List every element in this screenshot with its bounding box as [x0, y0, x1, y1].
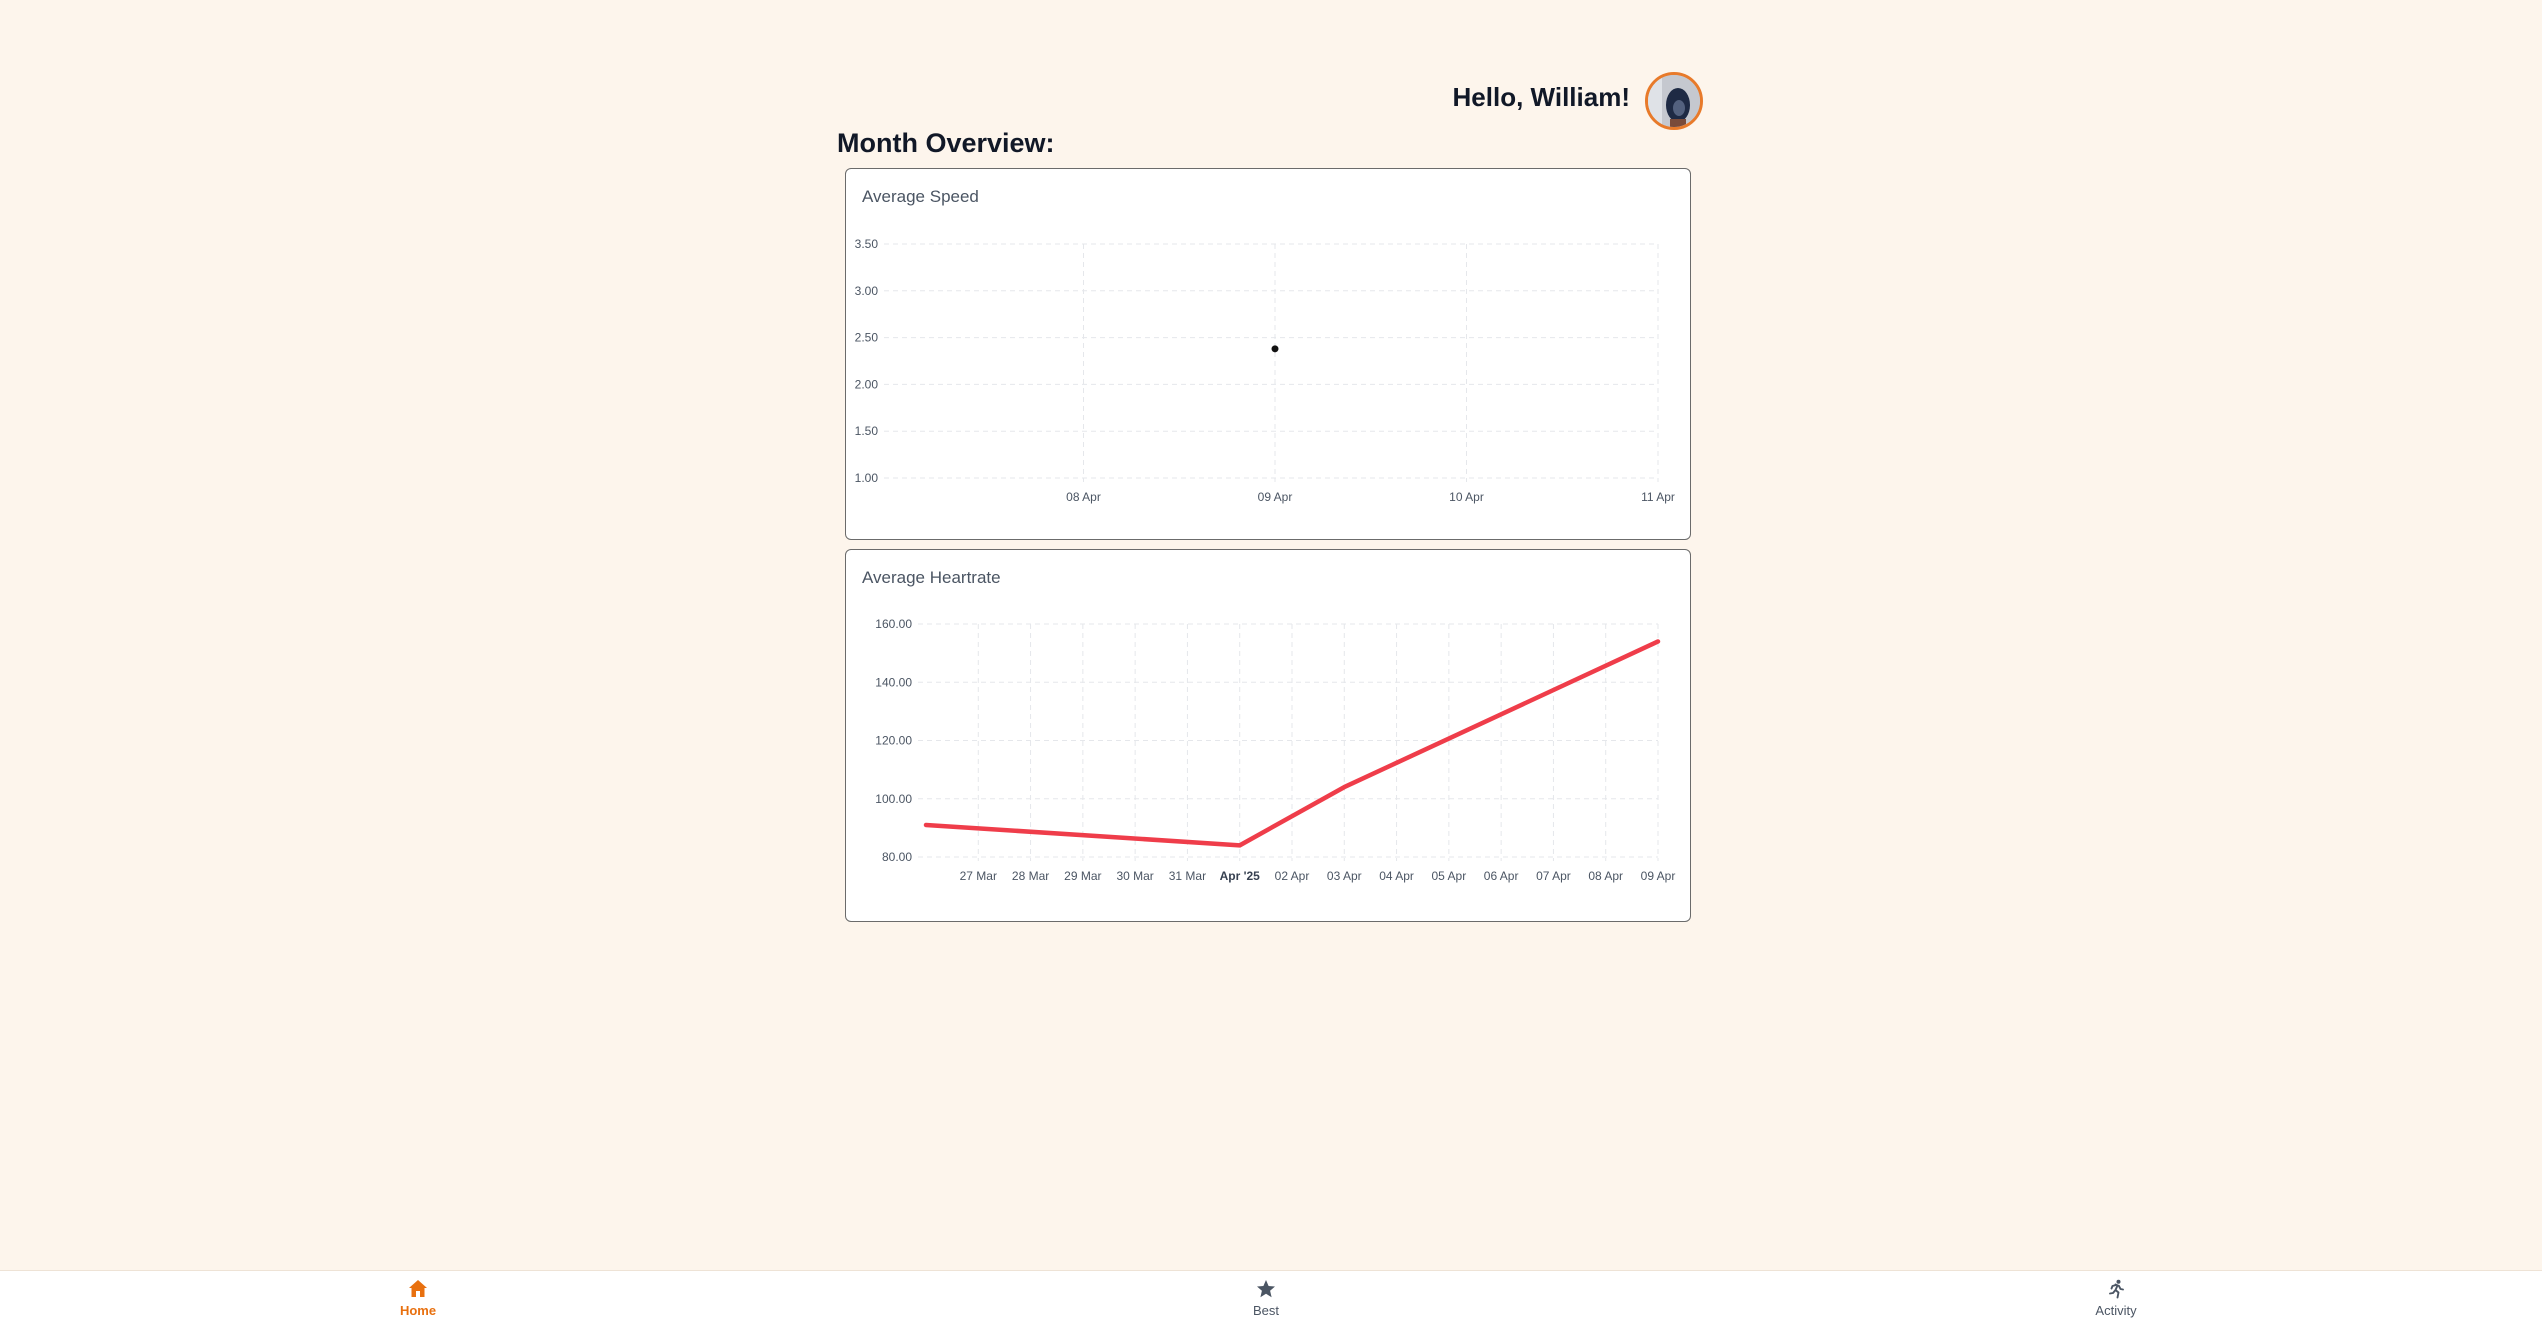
x-tick-label: 03 Apr [1327, 869, 1362, 883]
y-tick-label: 120.00 [875, 734, 912, 748]
speed-chart: 1.00 1.50 2.00 2.50 3.00 3.50 08 Apr 09 Apr 10 A… [855, 237, 1675, 504]
nav-label: Activity [2095, 1303, 2137, 1318]
y-tick-label: 1.50 [855, 424, 879, 438]
home-icon [409, 1280, 427, 1297]
x-tick-label: 02 Apr [1275, 869, 1310, 883]
speed-chart-card: Average Speed 1.00 1.50 2.00 2.50 3.00 3.50 08… [845, 168, 1691, 540]
y-tick-label: 3.00 [855, 284, 879, 298]
bottom-nav: Home Best Activity [0, 1270, 2542, 1324]
x-tick-label: 09 Apr [1641, 869, 1676, 883]
x-tick-label: 08 Apr [1066, 490, 1101, 504]
avatar-image [1648, 75, 1700, 127]
x-tick-label: 29 Mar [1064, 869, 1101, 883]
data-point [1271, 345, 1279, 353]
y-tick-label: 100.00 [875, 792, 912, 806]
x-tick-label: 08 Apr [1588, 869, 1623, 883]
star-icon [1257, 1280, 1275, 1298]
x-tick-label: 31 Mar [1169, 869, 1206, 883]
y-tick-label: 1.00 [855, 471, 879, 485]
x-tick-label: 07 Apr [1536, 869, 1571, 883]
nav-item-home[interactable]: Home [358, 1279, 478, 1318]
x-tick-label: 11 Apr [1641, 490, 1675, 504]
y-tick-label: 140.00 [875, 675, 912, 689]
avatar[interactable] [1645, 72, 1703, 130]
running-icon [2109, 1279, 2124, 1299]
nav-item-best[interactable]: Best [1206, 1279, 1326, 1318]
y-tick-label: 2.50 [855, 331, 879, 345]
section-title: Month Overview: [837, 128, 1055, 158]
x-tick-label: Apr '25 [1220, 869, 1261, 883]
heartrate-chart-card: Average Heartrate 80.00 100.00 120.00 140.0… [845, 549, 1691, 922]
x-tick-label: 28 Mar [1012, 869, 1049, 883]
x-tick-label: 05 Apr [1432, 869, 1467, 883]
x-tick-label: 09 Apr [1258, 490, 1293, 504]
x-tick-label: 30 Mar [1116, 869, 1153, 883]
y-tick-label: 80.00 [882, 850, 912, 864]
x-tick-label: 10 Apr [1449, 490, 1484, 504]
y-tick-label: 3.50 [855, 237, 879, 251]
y-tick-label: 2.00 [855, 377, 879, 391]
nav-item-activity[interactable]: Activity [2056, 1279, 2176, 1318]
nav-label: Best [1252, 1303, 1279, 1318]
greeting: Hello, William! [1452, 82, 1630, 112]
nav-label: Home [399, 1303, 437, 1318]
x-tick-label: 04 Apr [1379, 869, 1414, 883]
y-tick-label: 160.00 [875, 617, 912, 631]
x-tick-label: 06 Apr [1484, 869, 1519, 883]
heartrate-chart: 80.00 100.00 120.00 140.00 160.00 27 Mar 28 Ma… [875, 617, 1676, 883]
x-tick-label: 27 Mar [960, 869, 997, 883]
